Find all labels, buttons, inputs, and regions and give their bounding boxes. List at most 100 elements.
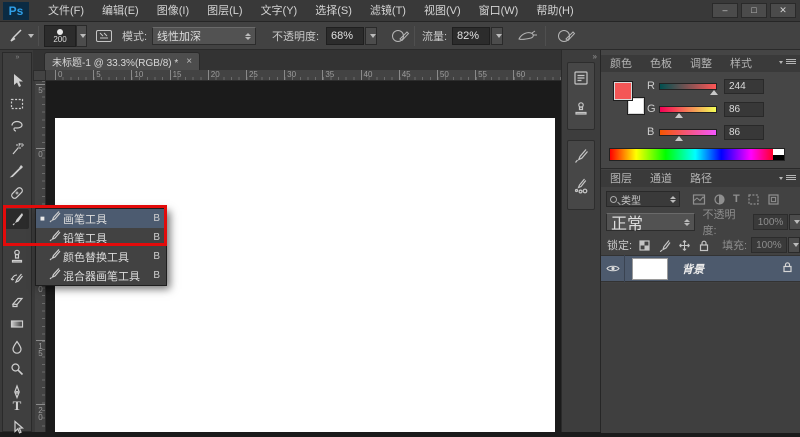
green-channel-value[interactable]: 86 [724, 102, 764, 117]
flyout-item-label: 混合器画笔工具 [63, 268, 153, 284]
lasso-tool[interactable] [5, 116, 29, 136]
flow-field[interactable]: 82% [452, 22, 503, 50]
blue-channel-slider[interactable] [659, 129, 717, 136]
lock-position-icon[interactable] [678, 239, 691, 252]
history-brush-tool[interactable] [5, 269, 29, 289]
layer-thumbnail[interactable] [632, 258, 668, 280]
lock-all-icon[interactable] [698, 239, 710, 252]
menu-item[interactable]: 选择(S) [306, 0, 361, 22]
photoshop-window: Ps 文件(F)编辑(E)图像(I)图层(L)文字(Y)选择(S)滤镜(T)视图… [0, 0, 800, 432]
menu-item[interactable]: 图像(I) [148, 0, 198, 22]
horizontal-ruler[interactable]: 051015202530354045505560 [46, 70, 561, 81]
ruler-origin-corner[interactable] [33, 70, 46, 81]
healing-brush-tool[interactable] [5, 183, 29, 203]
slider-handle[interactable] [710, 90, 718, 95]
filter-shape-layers-icon[interactable] [747, 193, 760, 206]
gradient-tool[interactable] [5, 314, 29, 334]
slider-handle[interactable] [675, 136, 683, 141]
lock-image-pixels-icon[interactable] [658, 239, 671, 252]
menu-item[interactable]: 文字(Y) [252, 0, 307, 22]
panel-tab[interactable]: 图层 [601, 171, 641, 187]
flow-dropdown[interactable] [491, 27, 503, 45]
brush-presets-panel-button[interactable] [568, 171, 594, 201]
menu-item[interactable]: 图层(L) [198, 0, 251, 22]
menu-item[interactable]: 视图(V) [415, 0, 470, 22]
magic-wand-tool[interactable] [5, 139, 29, 159]
dodge-tool[interactable] [5, 359, 29, 379]
panel-grip-icon[interactable]: » [3, 53, 31, 62]
lock-transparent-pixels-icon[interactable] [638, 239, 651, 252]
filter-pixel-layers-icon[interactable] [692, 193, 706, 206]
airbrush-button[interactable] [516, 22, 538, 50]
chevron-down-icon [370, 34, 376, 38]
menu-item[interactable]: 滤镜(T) [361, 0, 415, 22]
opacity-value: 68% [331, 30, 353, 42]
red-channel-value[interactable]: 244 [724, 79, 764, 94]
panel-tab[interactable]: 样式 [721, 56, 761, 72]
flyout-menu-item[interactable]: ■ 混合器画笔工具 B [36, 266, 166, 285]
layer-visibility-toggle[interactable] [601, 255, 625, 282]
white-black-cap[interactable] [773, 149, 784, 160]
red-channel-row: R 244 [647, 78, 764, 94]
blur-tool[interactable] [5, 337, 29, 357]
eraser-tool[interactable] [5, 292, 29, 312]
flyout-menu-item[interactable]: ■ 画笔工具 B [36, 209, 166, 228]
brush-panel-button[interactable] [568, 141, 594, 171]
minimize-button[interactable]: – [712, 3, 738, 18]
flyout-menu-item[interactable]: ■ 颜色替换工具 B [36, 247, 166, 266]
history-panel-button[interactable] [568, 63, 594, 93]
brush-preview-box: 200 [44, 25, 76, 47]
document-tab[interactable]: 未标题-1 @ 33.3%(RGB/8) * × [44, 52, 200, 70]
panel-tab[interactable]: 颜色 [601, 56, 641, 72]
flyout-menu-item[interactable]: ■ 铅笔工具 B [36, 228, 166, 247]
maximize-button[interactable]: □ [741, 3, 767, 18]
toggle-brush-panel-button[interactable] [95, 22, 113, 50]
clone-source-panel-button[interactable] [568, 93, 594, 123]
color-panel-tabs: 颜色色板调整样式 [601, 55, 800, 72]
panel-tab[interactable]: 通道 [641, 171, 681, 187]
ruler-number: 5 [93, 70, 131, 80]
panel-menu-icon[interactable] [782, 174, 796, 183]
layers-panel: 图层通道路径 类型 T 正常 [601, 168, 800, 432]
close-button[interactable]: ✕ [770, 3, 796, 18]
panel-tab[interactable]: 调整 [681, 56, 721, 72]
panel-tab[interactable]: 路径 [681, 171, 721, 187]
brush-preset-picker[interactable]: 200 [44, 22, 87, 50]
menu-item[interactable]: 帮助(H) [527, 0, 582, 22]
red-channel-slider[interactable] [659, 83, 717, 90]
filter-adjustment-layers-icon[interactable] [713, 193, 726, 206]
slider-handle[interactable] [675, 113, 683, 118]
color-spectrum-ramp[interactable] [609, 148, 785, 161]
filter-smart-objects-icon[interactable] [767, 193, 780, 206]
expand-panels-icon[interactable]: » [593, 52, 596, 61]
document-title: 未标题-1 @ 33.3%(RGB/8) * [52, 54, 178, 69]
path-selection-tool[interactable] [5, 417, 29, 437]
menu-item[interactable]: 编辑(E) [93, 0, 148, 22]
pressure-size-button[interactable] [556, 22, 576, 50]
layer-blend-mode-dropdown[interactable]: 正常 [606, 213, 695, 231]
layer-row-background[interactable]: 背景 [601, 255, 800, 282]
blue-channel-value[interactable]: 86 [724, 125, 764, 140]
opacity-dropdown[interactable] [365, 27, 377, 45]
foreground-color-swatch[interactable] [613, 81, 633, 101]
blend-mode-dropdown[interactable]: 线性加深 [152, 22, 256, 50]
close-tab-icon[interactable]: × [186, 56, 192, 67]
green-channel-slider[interactable] [659, 106, 717, 113]
eyedropper-tool[interactable] [5, 161, 29, 181]
panel-tab[interactable]: 色板 [641, 56, 681, 72]
opacity-field[interactable]: 68% [326, 22, 377, 50]
layer-filter-dropdown[interactable]: 类型 [606, 191, 680, 207]
menu-item[interactable]: 文件(F) [39, 0, 93, 22]
panel-menu-icon[interactable] [782, 58, 796, 67]
type-tool[interactable]: T [5, 396, 29, 416]
marquee-tool[interactable] [5, 94, 29, 114]
flow-label: 流量: [422, 22, 447, 50]
tool-preset-picker[interactable] [5, 22, 34, 50]
clone-stamp-tool[interactable] [5, 246, 29, 266]
brush-tool[interactable] [5, 209, 29, 229]
menu-item[interactable]: 窗口(W) [470, 0, 528, 22]
move-tool[interactable] [5, 71, 29, 91]
pressure-opacity-button[interactable] [390, 22, 410, 50]
filter-type-layers-icon[interactable]: T [733, 193, 740, 206]
brush-picker-dropdown[interactable] [76, 25, 87, 47]
